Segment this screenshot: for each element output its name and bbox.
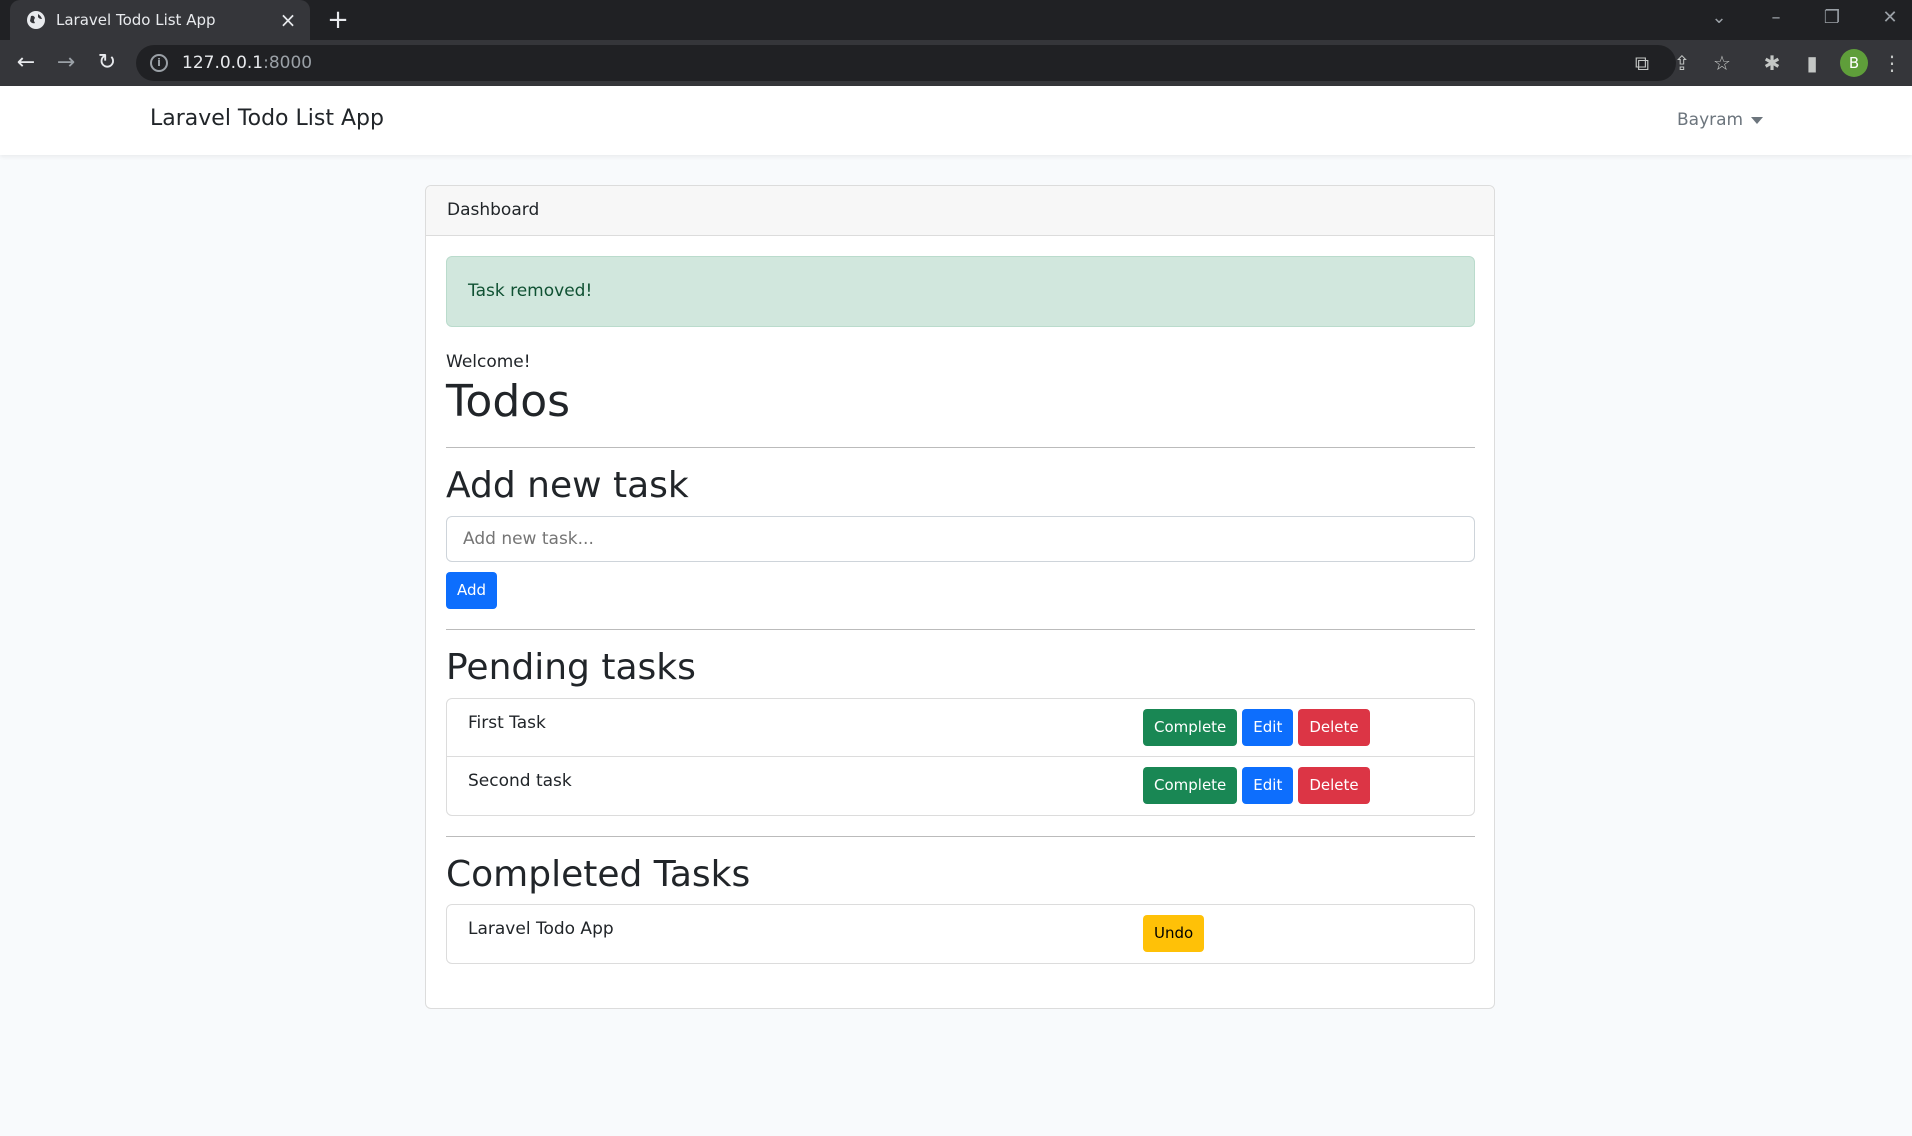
share-icon[interactable]: ⇪ [1670, 51, 1694, 75]
complete-button[interactable]: Complete [1143, 708, 1238, 746]
tab-search-icon[interactable]: ⌄ [1705, 4, 1733, 32]
edit-button[interactable]: Edit [1242, 708, 1294, 746]
menu-kebab-icon[interactable]: ⋮ [1880, 51, 1904, 75]
task-text: Laravel Todo App [468, 919, 614, 940]
completed-tasks-heading: Completed Tasks [446, 853, 751, 895]
delete-button[interactable]: Delete [1298, 766, 1370, 804]
add-button[interactable]: Add [446, 571, 498, 609]
close-window-icon[interactable]: ✕ [1876, 4, 1904, 32]
card-body: Task removed! Welcome! Todos Add new tas… [426, 236, 1494, 984]
success-alert: Task removed! [446, 256, 1475, 327]
welcome-text: Welcome! [446, 352, 531, 372]
browser-tab-bar: Laravel Todo List App × + ⌄ – ❐ ✕ [0, 0, 1912, 40]
close-tab-icon[interactable]: × [278, 10, 298, 30]
card-header: Dashboard [426, 186, 1494, 236]
tab-title: Laravel Todo List App [56, 11, 216, 29]
delete-button[interactable]: Delete [1298, 708, 1370, 746]
user-dropdown[interactable]: Bayram [1677, 110, 1764, 130]
list-item: Laravel Todo App Undo [447, 905, 1474, 963]
browser-toolbar: ← → ↻ i 127.0.0.1:8000 ⧉ ⇪ ☆ ✱ ▮ B ⋮ [0, 40, 1912, 86]
bookmark-star-icon[interactable]: ☆ [1710, 51, 1734, 75]
completed-task-list: Laravel Todo App Undo [446, 904, 1475, 965]
brand-link[interactable]: Laravel Todo List App [150, 106, 384, 131]
url-text: 127.0.0.1:8000 [182, 53, 313, 73]
address-bar[interactable]: i 127.0.0.1:8000 [136, 45, 1676, 81]
side-panel-icon[interactable]: ▮ [1800, 51, 1824, 75]
task-text: Second task [468, 770, 572, 791]
list-item: Second task Complete Edit Delete [447, 757, 1474, 815]
app-navbar: Laravel Todo List App Bayram [0, 86, 1912, 155]
extensions-icon[interactable]: ✱ [1760, 51, 1784, 75]
add-task-heading: Add new task [446, 465, 689, 507]
site-info-icon[interactable]: i [150, 54, 168, 72]
divider [446, 447, 1475, 449]
dashboard-card: Dashboard Task removed! Welcome! Todos A… [425, 185, 1495, 1009]
new-tab-icon[interactable]: + [324, 6, 352, 34]
reload-icon[interactable]: ↻ [93, 49, 121, 77]
divider [446, 835, 1475, 837]
user-name: Bayram [1677, 110, 1744, 130]
pending-tasks-heading: Pending tasks [446, 646, 696, 688]
page-title: Todos [446, 376, 571, 427]
restore-icon[interactable]: ❐ [1818, 4, 1846, 32]
new-task-input[interactable] [446, 515, 1475, 562]
list-item: First Task Complete Edit Delete [447, 699, 1474, 757]
minimize-icon[interactable]: – [1762, 4, 1790, 32]
back-icon[interactable]: ← [12, 49, 40, 77]
undo-button[interactable]: Undo [1143, 915, 1205, 953]
task-text: First Task [468, 712, 546, 733]
complete-button[interactable]: Complete [1143, 766, 1238, 804]
forward-icon[interactable]: → [52, 49, 80, 77]
globe-icon [27, 11, 45, 29]
browser-tab[interactable]: Laravel Todo List App × [10, 0, 310, 40]
divider [446, 628, 1475, 630]
translate-icon[interactable]: ⧉ [1630, 51, 1654, 75]
pending-task-list: First Task Complete Edit Delete Second t… [446, 697, 1475, 816]
profile-avatar[interactable]: B [1840, 49, 1868, 77]
edit-button[interactable]: Edit [1242, 766, 1294, 804]
caret-down-icon [1751, 116, 1764, 124]
